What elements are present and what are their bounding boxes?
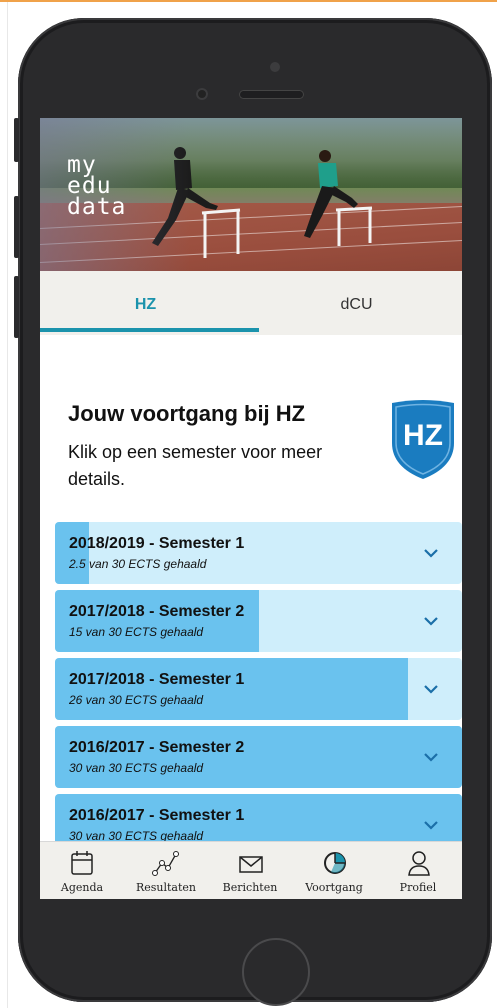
semester-card[interactable]: 2017/2018 - Semester 2 15 van 30 ECTS geh…: [55, 590, 462, 652]
person-icon: [408, 851, 430, 876]
volume-down-button[interactable]: [14, 276, 19, 338]
semester-ects: 2.5 van 30 ECTS gehaald: [69, 557, 207, 571]
pie-chart-icon: [324, 852, 346, 874]
semester-card[interactable]: 2016/2017 - Semester 1 30 van 30 ECTS geh…: [55, 794, 462, 841]
tab-dcu[interactable]: dCU: [251, 271, 462, 335]
myedudata-logo: my edu data: [67, 152, 127, 220]
nav-resultaten[interactable]: Resultaten: [124, 842, 208, 899]
semester-ects: 30 van 30 ECTS gehaald: [69, 761, 204, 775]
header-photo: my edu data: [40, 118, 462, 271]
chevron-down-icon[interactable]: [422, 748, 440, 766]
mute-switch[interactable]: [14, 118, 19, 162]
nav-agenda[interactable]: Agenda: [40, 842, 124, 899]
semester-card[interactable]: 2016/2017 - Semester 2 30 van 30 ECTS geh…: [55, 726, 462, 788]
nav-label: Profiel: [399, 881, 437, 894]
progress-content[interactable]: Jouw voortgang bij HZ Klik op een semest…: [40, 335, 462, 841]
proximity-sensor: [196, 88, 208, 100]
ects-progress-fill: [55, 522, 89, 584]
chevron-down-icon[interactable]: [422, 816, 440, 834]
page-subtitle: Klik op een semester voor meer details.: [68, 442, 323, 489]
institution-tabs: HZ dCU: [40, 271, 462, 335]
chevron-down-icon[interactable]: [422, 544, 440, 562]
semester-name: 2016/2017 - Semester 2: [69, 739, 245, 756]
calendar-icon: [71, 851, 93, 875]
semester-card[interactable]: 2018/2019 - Semester 1 2.5 van 30 ECTS ge…: [55, 522, 462, 584]
svg-text:HZ: HZ: [403, 419, 443, 452]
semester-name: 2017/2018 - Semester 2: [69, 603, 245, 620]
volume-up-button[interactable]: [14, 196, 19, 258]
app-screen: my edu data HZ dCU Jouw voortgang bij HZ…: [40, 118, 462, 899]
nav-profiel[interactable]: Profiel: [376, 842, 460, 899]
front-camera: [270, 62, 280, 72]
envelope-icon: [239, 856, 263, 873]
nav-label: Berichten: [222, 881, 278, 894]
chevron-down-icon[interactable]: [422, 680, 440, 698]
semester-card[interactable]: 2017/2018 - Semester 1 26 van 30 ECTS geh…: [55, 658, 462, 720]
home-button[interactable]: [242, 938, 310, 1006]
semester-name: 2017/2018 - Semester 1: [69, 671, 245, 688]
nav-label: Agenda: [60, 881, 104, 894]
nav-label: Voortgang: [305, 881, 363, 894]
semester-name: 2018/2019 - Semester 1: [69, 535, 245, 552]
nav-berichten[interactable]: Berichten: [208, 842, 292, 899]
ects-progress-fill: [55, 658, 408, 720]
tab-hz[interactable]: HZ: [40, 271, 251, 335]
bottom-navigation: Agenda Resultaten Berichten Voortgang Pr…: [40, 841, 462, 899]
nav-voortgang[interactable]: Voortgang: [292, 842, 376, 899]
chevron-down-icon[interactable]: [422, 612, 440, 630]
page-title: Jouw voortgang bij HZ: [68, 401, 306, 426]
semester-ects: 15 van 30 ECTS gehaald: [69, 625, 204, 639]
earpiece-speaker: [239, 90, 304, 99]
active-tab-indicator: [40, 328, 259, 332]
nav-label: Resultaten: [135, 881, 197, 894]
semester-ects: 26 van 30 ECTS gehaald: [69, 693, 204, 707]
ects-progress-fill: [55, 590, 259, 652]
semester-name: 2016/2017 - Semester 1: [69, 807, 245, 824]
ects-progress-fill: [55, 726, 462, 788]
chart-line-icon: [152, 851, 179, 876]
semester-ects: 30 van 30 ECTS gehaald: [69, 829, 204, 841]
hz-shield-icon: HZ: [392, 400, 454, 479]
